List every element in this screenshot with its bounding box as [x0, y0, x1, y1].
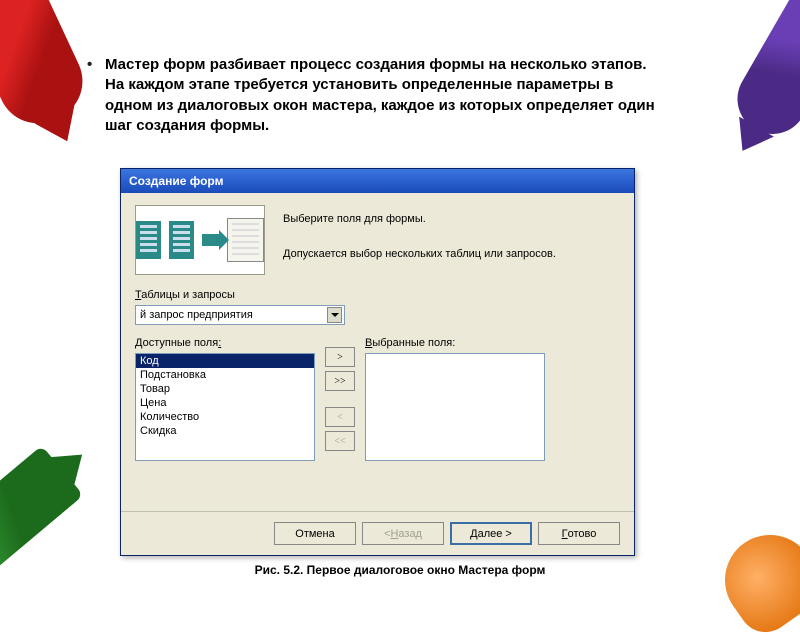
cancel-button[interactable]: Отмена — [274, 522, 356, 545]
instruction-line-1: Выберите поля для формы. — [283, 211, 556, 229]
list-item[interactable]: Скидка — [136, 424, 314, 438]
tables-queries-combo[interactable]: й запрос предприятия — [135, 305, 345, 325]
back-button[interactable]: < Назад — [362, 522, 444, 545]
crayon-green-decoration — [0, 445, 84, 604]
combo-value: й запрос предприятия — [140, 309, 253, 321]
form-wizard-dialog: Создание форм Выберите поля для формы. Д… — [120, 168, 635, 556]
selected-fields-label: Выбранные поля: — [365, 337, 545, 349]
instruction-line-2: Допускается выбор нескольких таблиц или … — [283, 246, 556, 264]
list-item[interactable]: Код — [136, 354, 314, 368]
available-fields-list[interactable]: Код Подстановка Товар Цена Количество Ск… — [135, 353, 315, 461]
move-all-right-button[interactable]: >> — [325, 371, 355, 391]
wizard-instructions: Выберите поля для формы. Допускается выб… — [283, 205, 556, 275]
finish-button[interactable]: Готово — [538, 522, 620, 545]
dialog-footer: Отмена < Назад Далее > Готово — [121, 511, 634, 555]
move-all-left-button[interactable]: << — [325, 431, 355, 451]
crayon-purple-decoration — [725, 0, 800, 147]
list-item[interactable]: Подстановка — [136, 368, 314, 382]
list-item[interactable]: Цена — [136, 396, 314, 410]
available-fields-label: Доступные поля: — [135, 337, 315, 349]
crayon-red-decoration — [0, 0, 96, 136]
crayon-orange-decoration — [707, 517, 800, 642]
list-item[interactable]: Количество — [136, 410, 314, 424]
next-button[interactable]: Далее > — [450, 522, 532, 545]
chevron-down-icon[interactable] — [327, 307, 342, 323]
dialog-title: Создание форм — [129, 174, 223, 188]
tables-queries-label: Таблицы и запросы — [135, 289, 620, 301]
figure-caption: Рис. 5.2. Первое диалоговое окно Мастера… — [0, 563, 800, 577]
list-item[interactable]: Товар — [136, 382, 314, 396]
wizard-illustration — [135, 205, 265, 275]
selected-fields-list[interactable] — [365, 353, 545, 461]
slide-bullet-text: Мастер форм разбивает процесс создания ф… — [105, 55, 655, 136]
move-right-button[interactable]: > — [325, 347, 355, 367]
dialog-titlebar: Создание форм — [121, 169, 634, 193]
move-left-button[interactable]: < — [325, 407, 355, 427]
